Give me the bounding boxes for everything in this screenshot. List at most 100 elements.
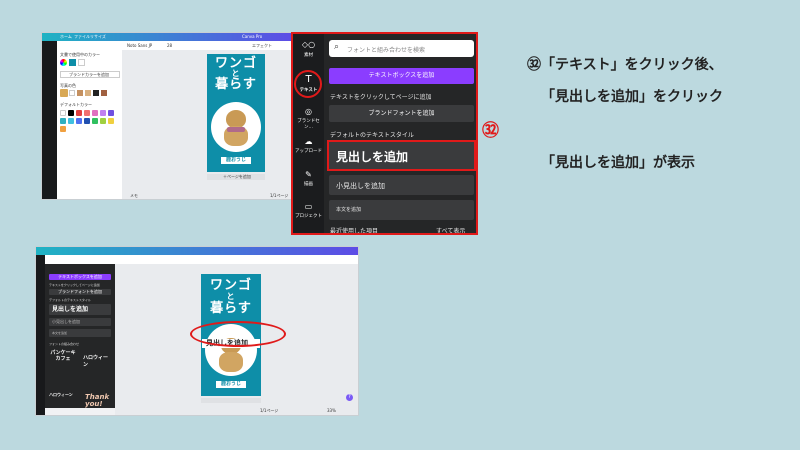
b-combinations-label: フォントの組み合わせ <box>49 342 80 346</box>
b-poster-title-line3: 暮らす <box>210 301 252 316</box>
photo-color-3[interactable] <box>85 90 91 96</box>
font-selector[interactable]: Noto Sans JP <box>127 43 152 48</box>
notes-button[interactable]: メモ <box>130 193 138 198</box>
search-icon: ⌕ <box>334 42 340 52</box>
upload-icon[interactable]: ☁ <box>293 137 324 146</box>
photo-thumbnail[interactable] <box>60 89 68 97</box>
zoomed-text-panel: ◇○ 素材 T テキスト ◎ ブランドセン… ☁ アップロード ✎ 描画 ▭ プ… <box>291 32 478 235</box>
icon-rail <box>42 41 57 199</box>
b-sample-halloween-2[interactable]: ハロウィーン <box>49 392 77 410</box>
default-color-swatch[interactable] <box>76 110 82 116</box>
add-subheading-button[interactable]: 小見出しを追加 <box>329 175 474 195</box>
top-editor-screenshot: ホーム ファイル リサイズ Canva Pro Noto Sans JP 28 … <box>41 32 293 200</box>
b-page-counter[interactable]: 1/1ページ <box>260 408 278 413</box>
b-zoom-level[interactable]: 33% <box>327 408 336 413</box>
swatch-teal[interactable] <box>69 59 76 66</box>
highlight-ellipse <box>190 321 286 347</box>
default-color-swatch[interactable] <box>92 110 98 116</box>
callout-line1: ㉜「テキスト」をクリック後、 <box>527 57 723 73</box>
folder-icon[interactable]: ▭ <box>293 202 324 211</box>
canva-pro-link[interactable]: Canva Pro <box>242 34 262 39</box>
photo-color-5[interactable] <box>101 90 107 96</box>
file-menu[interactable]: ファイル <box>74 34 90 39</box>
text-side-panel: ⌕ フォントと組み合わせを検索 テキストボックスを追加 テキストをクリックしてペ… <box>324 34 476 233</box>
rail-brand[interactable]: ブランドセン… <box>293 118 324 130</box>
shapes-icon[interactable]: ◇○ <box>293 40 324 49</box>
add-page-button[interactable]: ＋ページを追加 <box>207 174 265 180</box>
color-panel: 文書で使用中のカラー ブランドカラーを追加 写真の色 デフォルトカラー <box>57 50 122 199</box>
b-click-to-add-label: テキストをクリックしてページに追加 <box>49 283 100 287</box>
b-poster-title-line2: と <box>226 292 236 301</box>
default-color-swatch[interactable] <box>68 110 74 116</box>
zoom-icon-rail: ◇○ 素材 T テキスト ◎ ブランドセン… ☁ アップロード ✎ 描画 ▭ プ… <box>293 34 324 233</box>
rail-draw[interactable]: 描画 <box>293 181 324 187</box>
b-poster-name-label: 鹿おうじ <box>216 381 246 388</box>
default-color-swatch[interactable] <box>92 118 98 124</box>
click-to-add-label: テキストをクリックしてページに追加 <box>330 94 432 101</box>
default-color-swatch[interactable] <box>76 118 82 124</box>
step-marker: ㉜ <box>482 121 499 141</box>
add-subheading-label: 小見出しを追加 <box>336 182 385 190</box>
default-color-swatch[interactable] <box>84 110 90 116</box>
photo-color-2[interactable] <box>77 90 83 96</box>
b-dog-body-shape <box>219 352 243 372</box>
callout-line2: 「見出しを追加」をクリック <box>541 89 723 105</box>
b-add-heading-button[interactable]: 見出しを追加 <box>49 304 111 315</box>
add-page-label: ＋ページを追加 <box>223 174 251 179</box>
color-picker-icon[interactable] <box>60 59 67 66</box>
help-icon[interactable]: ? <box>346 394 353 401</box>
default-color-swatch[interactable] <box>84 118 90 124</box>
brand-fonts-button[interactable]: ブランドフォントを追加 <box>329 105 474 122</box>
b-add-page-button[interactable] <box>201 398 261 403</box>
b-add-subheading-button[interactable]: 小見出しを追加 <box>49 318 111 326</box>
default-color-grid <box>60 110 122 150</box>
b-add-textbox-button[interactable]: テキストボックスを追加 <box>49 274 111 280</box>
poster-title-line3: 暮らす <box>215 77 257 92</box>
home-menu[interactable]: ホーム <box>60 34 72 39</box>
resize-menu[interactable]: リサイズ <box>90 34 106 39</box>
default-color-swatch[interactable] <box>60 110 66 116</box>
poster-name-label: 鹿おうじ <box>221 157 251 164</box>
add-body-button[interactable]: 本文を追加 <box>329 200 474 220</box>
bottom-text-panel: テキストボックスを追加 テキストをクリックしてページに追加 ブランドフォントを追… <box>45 264 115 408</box>
editor-header: ホーム ファイル リサイズ Canva Pro <box>42 33 292 41</box>
swatch-white[interactable] <box>78 59 85 66</box>
b-sample-thankyou[interactable]: Thank you! <box>85 394 113 410</box>
draw-icon[interactable]: ✎ <box>293 170 324 179</box>
font-size[interactable]: 28 <box>167 43 172 48</box>
default-color-swatch[interactable] <box>100 118 106 124</box>
brand-kit-button[interactable]: ブランドカラーを追加 <box>60 71 120 78</box>
add-textbox-button[interactable]: テキストボックスを追加 <box>329 68 474 84</box>
default-color-swatch[interactable] <box>60 118 66 124</box>
add-heading-label: 見出しを追加 <box>336 150 409 164</box>
see-all-link[interactable]: すべて表示 <box>436 226 465 233</box>
font-search-field[interactable]: ⌕ フォントと組み合わせを検索 <box>329 40 474 57</box>
b-sample-pancake[interactable]: パンケーキカフェ <box>49 350 77 372</box>
search-placeholder: フォントと組み合わせを検索 <box>347 47 426 54</box>
recently-used-label: 最近使用した項目 <box>330 228 379 235</box>
brand-icon[interactable]: ◎ <box>293 107 324 116</box>
default-color-swatch[interactable] <box>60 126 66 132</box>
add-heading-button[interactable]: 見出しを追加 <box>327 140 476 171</box>
poster-design[interactable]: ワンゴ と 暮らす 鹿おうじ <box>207 54 265 172</box>
b-brand-fonts-button[interactable]: ブランドフォントを追加 <box>49 289 111 295</box>
canvas-area: ワンゴ と 暮らす 鹿おうじ ＋ページを追加 メモ 1/1ページ <box>122 50 292 199</box>
rail-projects[interactable]: プロジェクト <box>293 213 324 219</box>
default-color-swatch[interactable] <box>68 118 74 124</box>
rail-upload[interactable]: アップロード <box>293 148 324 154</box>
bottom-editor-screenshot: テキストボックスを追加 テキストをクリックしてページに追加 ブランドフォントを追… <box>35 246 359 416</box>
page-counter[interactable]: 1/1ページ <box>270 193 288 198</box>
default-color-swatch[interactable] <box>108 118 114 124</box>
default-color-swatch[interactable] <box>100 110 106 116</box>
add-body-label: 本文を追加 <box>336 207 362 213</box>
rail-elements[interactable]: 素材 <box>293 52 324 58</box>
photo-color-4[interactable] <box>93 90 99 96</box>
photo-color-1[interactable] <box>69 90 75 96</box>
b-default-styles-label: デフォルトのテキストスタイル <box>49 298 91 302</box>
effects-button[interactable]: エフェクト <box>252 43 272 48</box>
b-add-body-button[interactable]: 本文を追加 <box>49 329 111 337</box>
b-sample-halloween[interactable]: ハロウィーン <box>83 354 111 368</box>
default-color-swatch[interactable] <box>108 110 114 116</box>
photo-colors-label: 写真の色 <box>60 83 76 88</box>
default-styles-label: デフォルトのテキストスタイル <box>330 132 414 139</box>
